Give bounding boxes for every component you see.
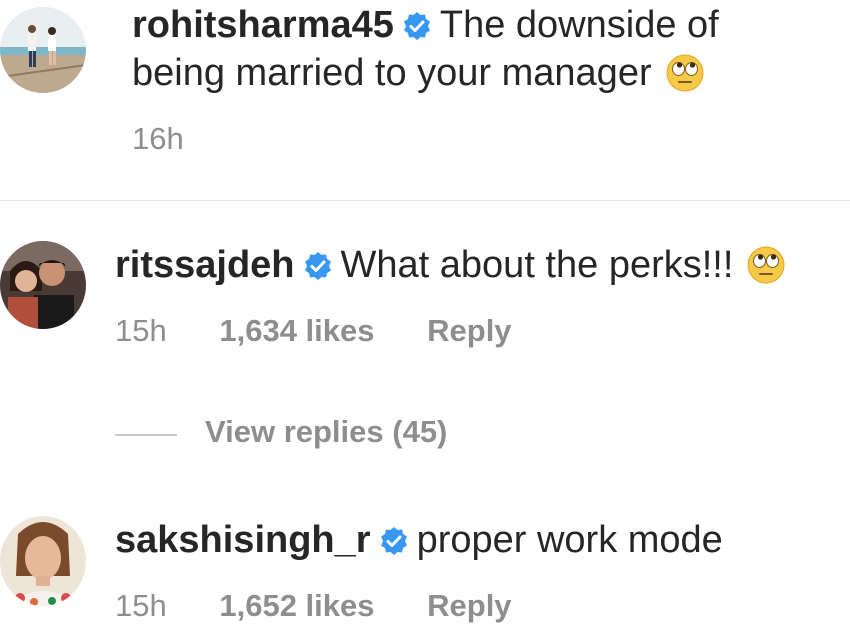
avatar-ritssajdeh[interactable] [0,241,86,329]
avatar-image [0,516,86,606]
section-divider [0,200,850,201]
comment-text: What about the perks!!! [340,244,734,286]
avatar-rohitsharma45[interactable] [0,7,86,93]
likes-count[interactable]: 1,634 likes [219,313,374,349]
comment-text-line: being married to your manager [132,50,704,103]
comment-meta: 15h 1,652 likes Reply [115,588,512,624]
comment-text: The downside of [439,4,719,46]
verified-badge-icon [379,521,409,567]
avatar-image [0,241,86,329]
comment-text: proper work mode [416,519,723,561]
comment-time: 15h [115,588,167,623]
comment-text-line: sakshisingh_r proper work mode [115,517,723,567]
rolling-eyes-emoji-icon [666,54,704,103]
view-replies-button[interactable]: View replies (45) [205,414,447,450]
comment-text: being married to your manager [132,52,652,94]
avatar-sakshisingh_r[interactable] [0,516,86,606]
rolling-eyes-emoji-icon [747,246,785,295]
likes-count[interactable]: 1,652 likes [219,588,374,624]
comment-username[interactable]: ritssajdeh [115,244,295,286]
comment-time: 15h [115,313,167,348]
comment-meta: 15h 1,634 likes Reply [115,313,512,349]
comment-text-line: rohitsharma45 The downside of [132,2,719,52]
verified-badge-icon [303,246,333,292]
comment-username[interactable]: sakshisingh_r [115,519,371,561]
comment-username[interactable]: rohitsharma45 [132,4,394,46]
view-replies-line [115,434,177,436]
reply-button[interactable]: Reply [427,588,511,624]
comment-text-line: ritssajdeh What about the perks!!! [115,242,785,295]
comment-meta: 16h [132,121,184,157]
verified-badge-icon [402,6,432,52]
reply-button[interactable]: Reply [427,313,511,349]
comment-time: 16h [132,121,184,156]
avatar-image [0,7,86,93]
